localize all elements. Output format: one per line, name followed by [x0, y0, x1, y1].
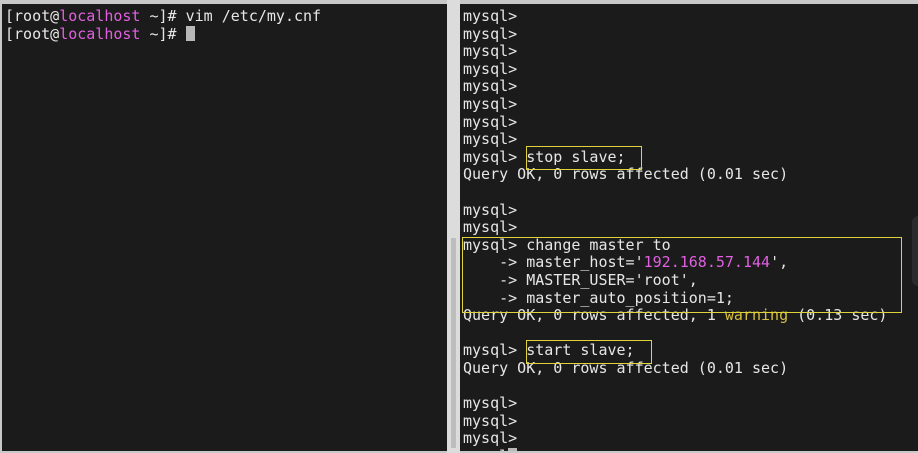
mysql-prompt-line: mysql> — [463, 7, 518, 25]
shell-command: vim /etc/my.cnf — [185, 7, 322, 25]
text-cursor — [508, 447, 518, 451]
shell-path: ~]# — [140, 7, 186, 25]
text-cursor — [185, 25, 195, 41]
left-terminal-output: [root@localhost ~]# vim /etc/my.cnf [roo… — [5, 7, 322, 44]
right-terminal-pane[interactable]: mysql> mysql> mysql> mysql> mysql> mysql… — [460, 4, 918, 451]
start-slave-line: mysql> start slave; — [463, 341, 635, 360]
edge-handle[interactable] — [912, 216, 918, 286]
mysql-output: mysql> mysql> mysql> mysql> mysql> mysql… — [463, 7, 888, 451]
master-user-line: -> MASTER_USER='root', — [463, 270, 698, 289]
stop-slave-result: Query OK, 0 rows affected (0.01 sec) — [463, 165, 789, 184]
shell-line-1: [root@localhost ~]# vim /etc/my.cnf — [5, 7, 322, 26]
change-master-line: mysql> change master to — [463, 235, 671, 254]
shell-hostname: localhost — [59, 7, 141, 25]
shell-line-2: [root@localhost ~]# — [5, 24, 321, 44]
mysql-prompt-line: mysql> — [463, 24, 518, 43]
mysql-prompt-line: mysql> — [463, 130, 518, 149]
mysql-prompt-line: mysql> — [463, 42, 518, 61]
master-host-line: -> master_host='192.168.57.144', — [463, 253, 789, 272]
shell-user: [root@ — [5, 7, 60, 25]
mysql-prompt-line: mysql> — [463, 218, 518, 237]
left-terminal-pane[interactable]: [root@localhost ~]# vim /etc/my.cnf [roo… — [2, 4, 447, 451]
master-autopos-line: -> master_auto_position=1; — [463, 288, 734, 307]
mysql-prompt-line: mysql> — [463, 59, 518, 78]
start-slave-command: start slave; — [526, 341, 635, 360]
change-master-command: change master to — [526, 235, 671, 254]
start-slave-result: Query OK, 0 rows affected (0.01 sec) — [463, 358, 789, 377]
stop-slave-command: stop slave; — [526, 147, 626, 166]
stop-slave-line: mysql> stop slave; — [463, 147, 626, 166]
mysql-prompt-line: mysql> — [463, 411, 518, 430]
shell-path: ~]# — [140, 24, 186, 43]
warning-label: warning — [724, 306, 789, 325]
mysql-prompt-line: mysql> — [463, 77, 518, 96]
mysql-prompt-line: mysql> — [463, 200, 518, 219]
change-master-result: Query OK, 0 rows affected, 1 warning (0.… — [463, 306, 888, 325]
mysql-prompt-line: mysql> — [463, 394, 518, 413]
mysql-prompt-line: mysql> — [463, 429, 518, 448]
shell-hostname: localhost — [59, 24, 141, 43]
mysql-prompt-line: mysql> — [463, 94, 518, 113]
shell-user: [root@ — [5, 24, 60, 43]
mysql-partial-line: mysql — [463, 447, 887, 451]
pane-divider[interactable] — [447, 0, 460, 453]
scrollbar-thumb[interactable] — [451, 238, 456, 448]
mysql-prompt-line: mysql> — [463, 112, 518, 131]
master-ip: 192.168.57.144 — [643, 253, 771, 272]
